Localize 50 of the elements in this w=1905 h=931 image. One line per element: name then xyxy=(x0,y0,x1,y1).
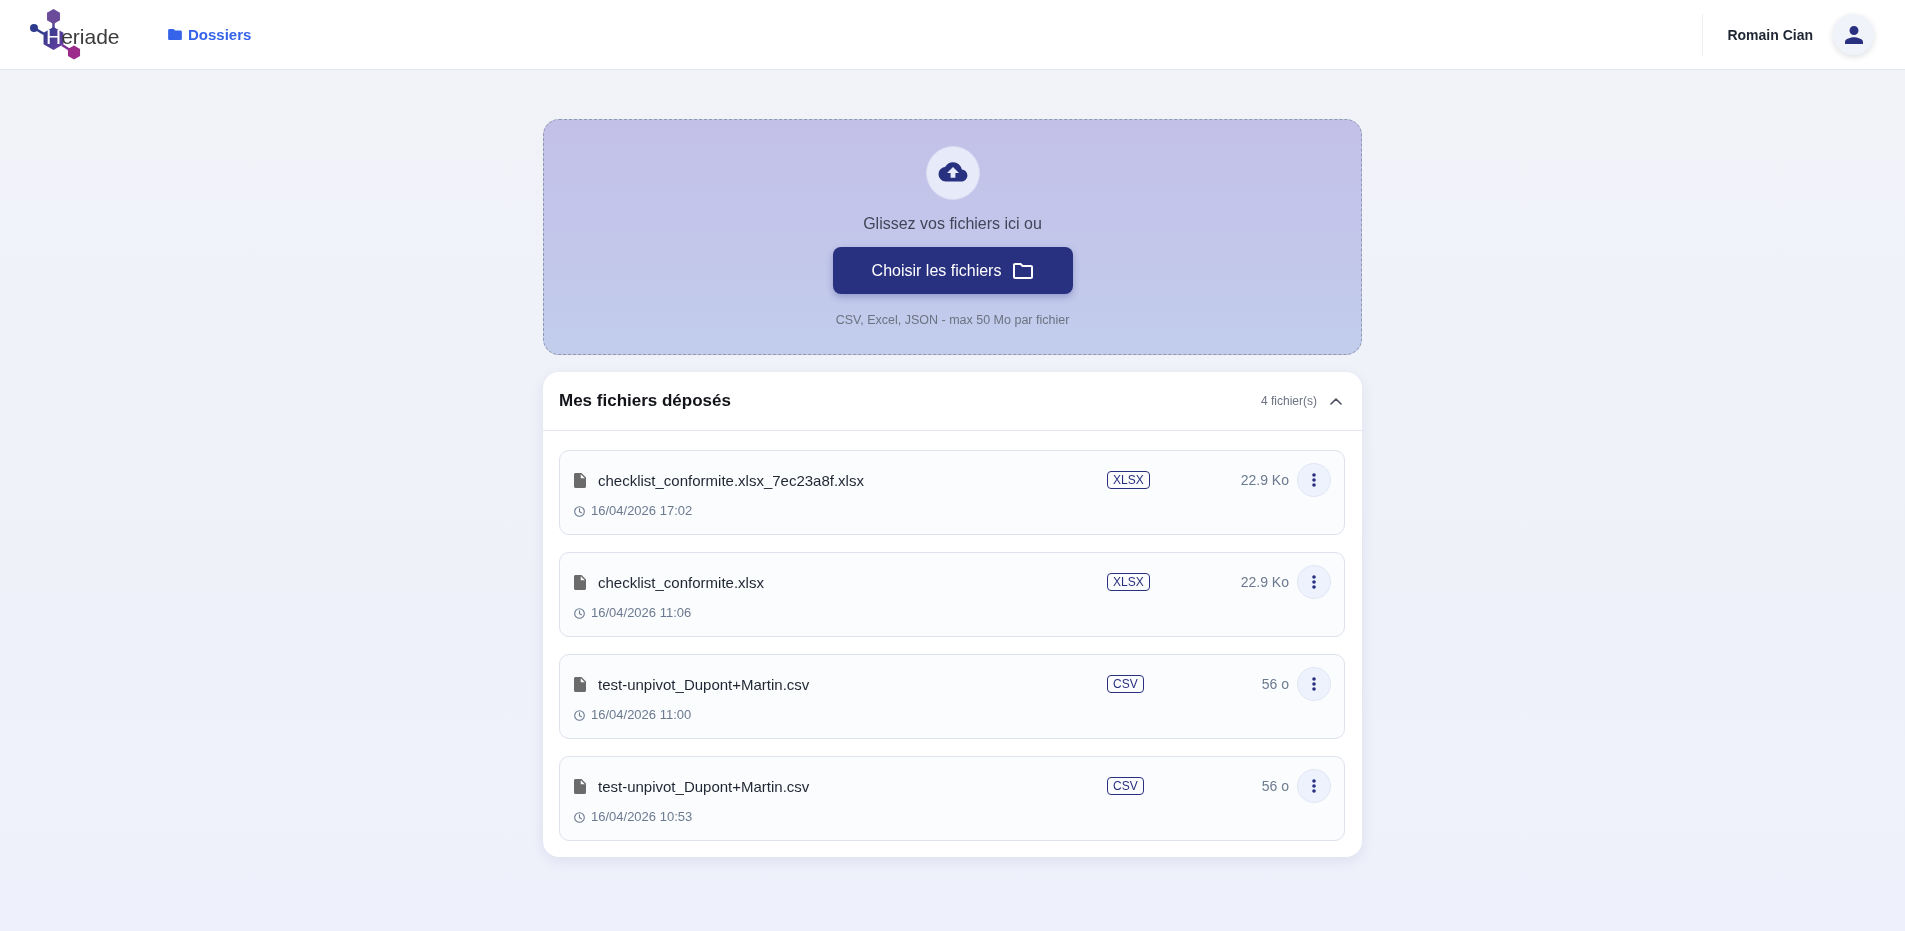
file-name: checklist_conformite.xlsx xyxy=(598,573,764,591)
clock-icon xyxy=(574,709,585,721)
file-icon xyxy=(574,472,586,488)
more-options-button[interactable] xyxy=(1297,667,1331,701)
file-type-tag: CSV xyxy=(1107,675,1144,693)
drop-zone[interactable]: Glissez vos fichiers ici ou Choisir les fichiers CSV, Excel, JSON - max 50 Mo par fichier xyxy=(543,119,1362,355)
cloud-upload-icon xyxy=(925,146,980,200)
file-name: test-unpivot_Dupont+Martin.csv xyxy=(598,777,810,795)
folder-icon xyxy=(168,29,182,40)
user-name: Romain Cian xyxy=(1727,26,1813,43)
file-size: 56 o xyxy=(1261,676,1289,692)
file-icon xyxy=(574,778,586,794)
file-row[interactable]: test-unpivot_Dupont+Martin.csv CSV 56 o 16/04/2026 10:53 xyxy=(559,756,1345,841)
vertical-dots-icon xyxy=(1312,473,1316,487)
vertical-dots-icon xyxy=(1312,779,1316,793)
panel-title: Mes fichiers déposés xyxy=(559,391,732,411)
file-type-tag: XLSX xyxy=(1107,573,1150,591)
clock-icon xyxy=(574,607,585,619)
file-icon xyxy=(574,676,586,692)
user-avatar-button[interactable] xyxy=(1833,14,1874,55)
folder-icon xyxy=(1013,262,1034,279)
person-icon xyxy=(1844,25,1863,44)
file-hint: CSV, Excel, JSON - max 50 Mo par fichier xyxy=(835,312,1070,328)
nav-link[interactable]: Dossiers xyxy=(168,26,252,43)
more-options-button[interactable] xyxy=(1297,769,1331,803)
file-icon xyxy=(574,574,586,590)
file-type-tag: CSV xyxy=(1107,777,1144,795)
upload-date: 16/04/2026 10:53 xyxy=(591,809,693,825)
vertical-dots-icon xyxy=(1312,575,1316,589)
clock-icon xyxy=(574,811,585,823)
file-size: 22.9 Ko xyxy=(1240,574,1289,590)
more-options-button[interactable] xyxy=(1297,463,1331,497)
file-type-tag: XLSX xyxy=(1107,471,1150,489)
upload-date: 16/04/2026 11:00 xyxy=(591,707,692,723)
file-row[interactable]: checklist_conformite.xlsx XLSX 22.9 Ko 16/04/2026 11:06 xyxy=(559,552,1345,637)
file-size: 22.9 Ko xyxy=(1240,472,1289,488)
more-options-button[interactable] xyxy=(1297,565,1331,599)
vertical-dots-icon xyxy=(1312,677,1316,691)
file-row[interactable]: test-unpivot_Dupont+Martin.csv CSV 56 o 16/04/2026 11:00 xyxy=(559,654,1345,739)
drop-prompt: Glissez vos fichiers ici ou xyxy=(863,214,1042,234)
file-name: checklist_conformite.xlsx_7ec23a8f.xlsx xyxy=(598,471,864,489)
file-size: 56 o xyxy=(1261,778,1289,794)
choose-files-button[interactable]: Choisir les fichiers xyxy=(832,247,1073,294)
upload-date: 16/04/2026 17:02 xyxy=(591,503,693,519)
clock-icon xyxy=(574,505,585,517)
chevron-up-icon[interactable] xyxy=(1330,397,1342,405)
upload-date: 16/04/2026 11:06 xyxy=(591,605,692,621)
file-name: test-unpivot_Dupont+Martin.csv xyxy=(598,675,810,693)
file-row[interactable]: checklist_conformite.xlsx_7ec23a8f.xlsx XLSX 22.9 Ko 16/04/2026 17:02 xyxy=(559,450,1345,535)
file-count: 4 fichier(s) xyxy=(1261,394,1317,408)
